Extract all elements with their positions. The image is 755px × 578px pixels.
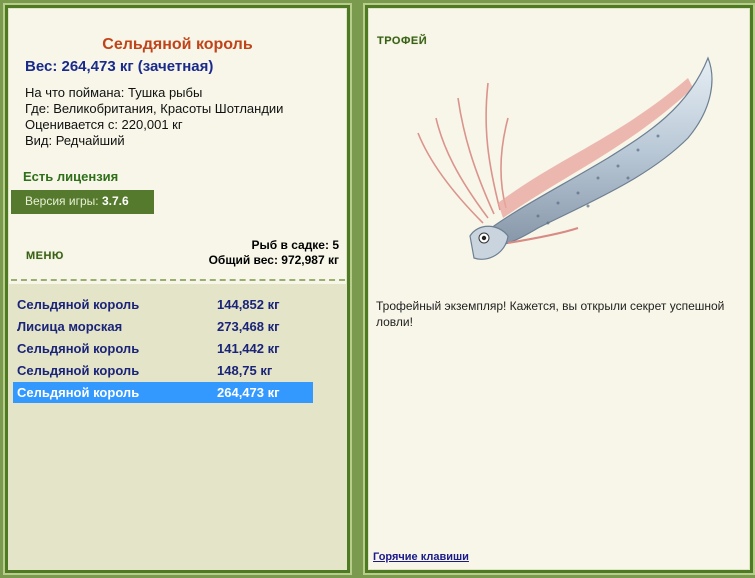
catch-name: Сельдяной король — [17, 341, 140, 356]
catch-name: Сельдяной король — [17, 363, 140, 378]
divider — [11, 279, 345, 281]
fish-value: Оценивается с: 220,001 кг — [25, 117, 183, 132]
version-label: Версия игры: — [25, 194, 99, 208]
catch-row[interactable]: Сельдяной король 141,442 кг — [13, 338, 313, 359]
hotkeys-link[interactable]: Горячие клавиши — [373, 551, 469, 563]
trophy-panel: ТРОФЕЙ Трофейный экземпляр! Кажется, вы … — [365, 5, 753, 573]
fish-info-panel: Сельдяной король Вес: 264,473 кг (зачетн… — [5, 5, 350, 573]
catch-row-selected[interactable]: Сельдяной король 264,473 кг — [13, 382, 313, 403]
game-version-bar: Версия игры: 3.7.6 — [11, 190, 154, 214]
catch-name: Сельдяной король — [17, 297, 140, 312]
catch-name: Лисица морская — [17, 319, 123, 334]
fish-rarity: Вид: Редчайший — [25, 133, 125, 148]
catch-weight: 273,468 кг — [217, 319, 280, 334]
catch-weight: 148,75 кг — [217, 363, 273, 378]
keepnet-total-weight: Общий вес: 972,987 кг — [208, 253, 339, 267]
catch-name: Сельдяной король — [17, 385, 140, 400]
fish-location: Где: Великобритания, Красоты Шотландии — [25, 101, 284, 116]
fish-bait: На что поймана: Тушка рыбы — [25, 85, 203, 100]
catch-row[interactable]: Сельдяной король 148,75 кг — [13, 360, 313, 381]
catch-weight: 141,442 кг — [217, 341, 280, 356]
fish-name-title: Сельдяной король — [102, 36, 253, 53]
menu-button[interactable]: МЕНЮ — [26, 250, 64, 262]
fish-weight: Вес: 264,473 кг (зачетная) — [25, 58, 214, 75]
catch-row[interactable]: Сельдяной король 144,852 кг — [13, 294, 313, 315]
catch-weight: 264,473 кг — [217, 385, 280, 400]
catch-row[interactable]: Лисица морская 273,468 кг — [13, 316, 313, 337]
catch-weight: 144,852 кг — [217, 297, 280, 312]
trophy-description: Трофейный экземпляр! Кажется, вы открыли… — [376, 299, 725, 329]
keepnet-count: Рыб в садке: 5 — [251, 238, 339, 252]
version-number: 3.7.6 — [101, 194, 129, 208]
keepnet-stats: Рыб в садке: 5 Общий вес: 972,987 кг — [209, 238, 339, 268]
oarfish-image — [417, 56, 713, 260]
catch-list: Сельдяной король 144,852 кг Лисица морск… — [8, 284, 347, 570]
license-status: Есть лицензия — [23, 169, 119, 184]
